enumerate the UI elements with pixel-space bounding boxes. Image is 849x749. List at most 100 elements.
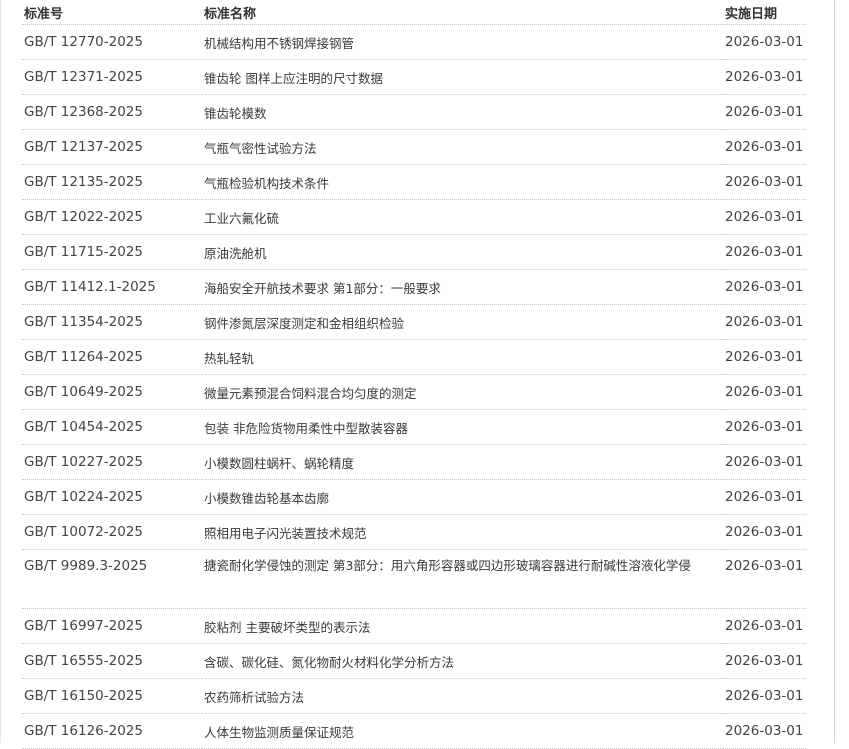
standard-code-link[interactable]: GB/T 12371-2025 [24, 69, 143, 85]
standard-code[interactable]: GB/T 11354-2025 [22, 304, 202, 340]
standard-name[interactable]: 微量元素预混合饲料混合均匀度的测定 [202, 374, 723, 410]
table-row[interactable]: GB/T 9989.3-2025 搪瓷耐化学侵蚀的测定 第3部分：用六角形容器或… [22, 549, 806, 609]
standard-code-link[interactable]: GB/T 16150-2025 [24, 688, 143, 704]
standard-code[interactable]: GB/T 16997-2025 [22, 608, 202, 644]
standard-name-link[interactable]: 机械结构用不锈钢焊接钢管 [204, 36, 354, 51]
standard-name-link[interactable]: 气瓶检验机构技术条件 [204, 176, 329, 191]
standard-code-link[interactable]: GB/T 16555-2025 [24, 653, 143, 669]
standard-name[interactable]: 人体生物监测质量保证规范 [202, 713, 723, 749]
standard-name[interactable]: 小模数圆柱蜗杆、蜗轮精度 [202, 444, 723, 480]
standard-name[interactable]: 原油洗舱机 [202, 234, 723, 270]
standard-code-link[interactable]: GB/T 11412.1-2025 [24, 279, 156, 295]
standard-name-link[interactable]: 胶粘剂 主要破坏类型的表示法 [204, 620, 370, 635]
standard-code[interactable]: GB/T 10649-2025 [22, 374, 202, 410]
standard-code-link[interactable]: GB/T 11264-2025 [24, 349, 143, 365]
standard-code[interactable]: GB/T 10227-2025 [22, 444, 202, 480]
table-row[interactable]: GB/T 16997-2025 胶粘剂 主要破坏类型的表示法 2026-03-0… [22, 608, 806, 644]
standard-name[interactable]: 胶粘剂 主要破坏类型的表示法 [202, 608, 723, 644]
standard-code-link[interactable]: GB/T 11715-2025 [24, 244, 143, 260]
table-row[interactable]: GB/T 11264-2025 热轧轻轨 2026-03-01 [22, 339, 806, 375]
standard-name[interactable]: 锥齿轮模数 [202, 94, 723, 130]
standard-name[interactable]: 热轧轻轨 [202, 339, 723, 375]
standard-code[interactable]: GB/T 16555-2025 [22, 643, 202, 679]
standard-name-link[interactable]: 锥齿轮模数 [204, 106, 267, 121]
standard-name[interactable]: 工业六氟化硫 [202, 199, 723, 235]
standard-name[interactable]: 农药筛析试验方法 [202, 678, 723, 714]
table-row[interactable]: GB/T 10072-2025 照相用电子闪光装置技术规范 2026-03-01 [22, 514, 806, 550]
standard-name-link[interactable]: 锥齿轮 图样上应注明的尺寸数据 [204, 71, 383, 86]
table-row[interactable]: GB/T 16555-2025 含碳、碳化硅、氮化物耐火材料化学分析方法 202… [22, 643, 806, 679]
standard-name[interactable]: 包装 非危险货物用柔性中型散装容器 [202, 409, 723, 445]
standard-code[interactable]: GB/T 10454-2025 [22, 409, 202, 445]
table-row[interactable]: GB/T 12371-2025 锥齿轮 图样上应注明的尺寸数据 2026-03-… [22, 59, 806, 95]
standard-code[interactable]: GB/T 10072-2025 [22, 514, 202, 550]
standard-code[interactable]: GB/T 12022-2025 [22, 199, 202, 235]
table-row[interactable]: GB/T 11715-2025 原油洗舱机 2026-03-01 [22, 234, 806, 270]
standard-name[interactable]: 含碳、碳化硅、氮化物耐火材料化学分析方法 [202, 643, 723, 679]
standard-name-link[interactable]: 含碳、碳化硅、氮化物耐火材料化学分析方法 [204, 655, 454, 670]
table-row[interactable]: GB/T 12135-2025 气瓶检验机构技术条件 2026-03-01 [22, 164, 806, 200]
standard-code-link[interactable]: GB/T 10224-2025 [24, 489, 143, 505]
standard-name[interactable]: 海船安全开航技术要求 第1部分：一般要求 [202, 269, 723, 305]
standard-code[interactable]: GB/T 12368-2025 [22, 94, 202, 130]
standard-name[interactable]: 锥齿轮 图样上应注明的尺寸数据 [202, 59, 723, 95]
table-row[interactable]: GB/T 10454-2025 包装 非危险货物用柔性中型散装容器 2026-0… [22, 409, 806, 445]
standard-name-link[interactable]: 小模数圆柱蜗杆、蜗轮精度 [204, 456, 354, 471]
standard-name[interactable]: 照相用电子闪光装置技术规范 [202, 514, 723, 550]
standard-name-link[interactable]: 农药筛析试验方法 [204, 690, 304, 705]
standard-code[interactable]: GB/T 11264-2025 [22, 339, 202, 375]
standard-code[interactable]: GB/T 12137-2025 [22, 129, 202, 165]
standard-code[interactable]: GB/T 11412.1-2025 [22, 269, 202, 305]
standard-code[interactable]: GB/T 16150-2025 [22, 678, 202, 714]
standard-name-link[interactable]: 钢件渗氮层深度测定和金相组织检验 [204, 316, 404, 331]
standard-code[interactable]: GB/T 11715-2025 [22, 234, 202, 270]
standard-code-link[interactable]: GB/T 12368-2025 [24, 104, 143, 120]
standard-name-link[interactable]: 工业六氟化硫 [204, 211, 279, 226]
standard-code[interactable]: GB/T 12770-2025 [22, 24, 202, 60]
standard-code-link[interactable]: GB/T 10227-2025 [24, 454, 143, 470]
table-row[interactable]: GB/T 10224-2025 小模数锥齿轮基本齿廓 2026-03-01 [22, 479, 806, 515]
standard-name[interactable]: 气瓶检验机构技术条件 [202, 164, 723, 200]
table-row[interactable]: GB/T 12770-2025 机械结构用不锈钢焊接钢管 2026-03-01 [22, 24, 806, 60]
standard-code[interactable]: GB/T 12135-2025 [22, 164, 202, 200]
standard-code-link[interactable]: GB/T 11354-2025 [24, 314, 143, 330]
standard-name[interactable]: 钢件渗氮层深度测定和金相组织检验 [202, 304, 723, 340]
standard-code-link[interactable]: GB/T 9989.3-2025 [24, 558, 147, 574]
standard-name-link[interactable]: 人体生物监测质量保证规范 [204, 725, 354, 740]
standard-code-link[interactable]: GB/T 12022-2025 [24, 209, 143, 225]
table-row[interactable]: GB/T 10227-2025 小模数圆柱蜗杆、蜗轮精度 2026-03-01 [22, 444, 806, 480]
standard-code-link[interactable]: GB/T 12770-2025 [24, 34, 143, 50]
table-row[interactable]: GB/T 11412.1-2025 海船安全开航技术要求 第1部分：一般要求 2… [22, 269, 806, 305]
standard-name-link[interactable]: 照相用电子闪光装置技术规范 [204, 526, 367, 541]
standard-code-link[interactable]: GB/T 12135-2025 [24, 174, 143, 190]
standard-code-link[interactable]: GB/T 10072-2025 [24, 524, 143, 540]
table-row[interactable]: GB/T 16150-2025 农药筛析试验方法 2026-03-01 [22, 678, 806, 714]
standard-code[interactable]: GB/T 12371-2025 [22, 59, 202, 95]
table-row[interactable]: GB/T 10649-2025 微量元素预混合饲料混合均匀度的测定 2026-0… [22, 374, 806, 410]
table-row[interactable]: GB/T 12368-2025 锥齿轮模数 2026-03-01 [22, 94, 806, 130]
standard-name-link[interactable]: 气瓶气密性试验方法 [204, 141, 317, 156]
table-row[interactable]: GB/T 16126-2025 人体生物监测质量保证规范 2026-03-01 [22, 713, 806, 749]
standard-name[interactable]: 气瓶气密性试验方法 [202, 129, 723, 165]
standard-code-link[interactable]: GB/T 16126-2025 [24, 723, 143, 739]
standard-name[interactable]: 小模数锥齿轮基本齿廓 [202, 479, 723, 515]
standard-name-link[interactable]: 小模数锥齿轮基本齿廓 [204, 491, 329, 506]
standard-code[interactable]: GB/T 10224-2025 [22, 479, 202, 515]
standard-name-link[interactable]: 包装 非危险货物用柔性中型散装容器 [204, 421, 408, 436]
standard-name[interactable]: 搪瓷耐化学侵蚀的测定 第3部分：用六角形容器或四边形玻璃容器进行耐碱性溶液化学侵 [202, 549, 723, 609]
standard-name-link[interactable]: 原油洗舱机 [204, 246, 267, 261]
standard-code[interactable]: GB/T 16126-2025 [22, 713, 202, 749]
standard-code-link[interactable]: GB/T 16997-2025 [24, 618, 143, 634]
standard-code-link[interactable]: GB/T 12137-2025 [24, 139, 143, 155]
standard-name-link[interactable]: 微量元素预混合饲料混合均匀度的测定 [204, 386, 417, 401]
standard-code[interactable]: GB/T 9989.3-2025 [22, 549, 202, 609]
standard-code-link[interactable]: GB/T 10454-2025 [24, 419, 143, 435]
standard-name-link[interactable]: 搪瓷耐化学侵蚀的测定 第3部分：用六角形容器或四边形玻璃容器进行耐碱性溶液化学侵 [204, 558, 691, 573]
standard-name-link[interactable]: 热轧轻轨 [204, 351, 254, 366]
standard-name-link[interactable]: 海船安全开航技术要求 第1部分：一般要求 [204, 281, 441, 296]
standard-code-link[interactable]: GB/T 10649-2025 [24, 384, 143, 400]
table-row[interactable]: GB/T 12022-2025 工业六氟化硫 2026-03-01 [22, 199, 806, 235]
standard-name[interactable]: 机械结构用不锈钢焊接钢管 [202, 24, 723, 60]
table-row[interactable]: GB/T 11354-2025 钢件渗氮层深度测定和金相组织检验 2026-03… [22, 304, 806, 340]
table-row[interactable]: GB/T 12137-2025 气瓶气密性试验方法 2026-03-01 [22, 129, 806, 165]
